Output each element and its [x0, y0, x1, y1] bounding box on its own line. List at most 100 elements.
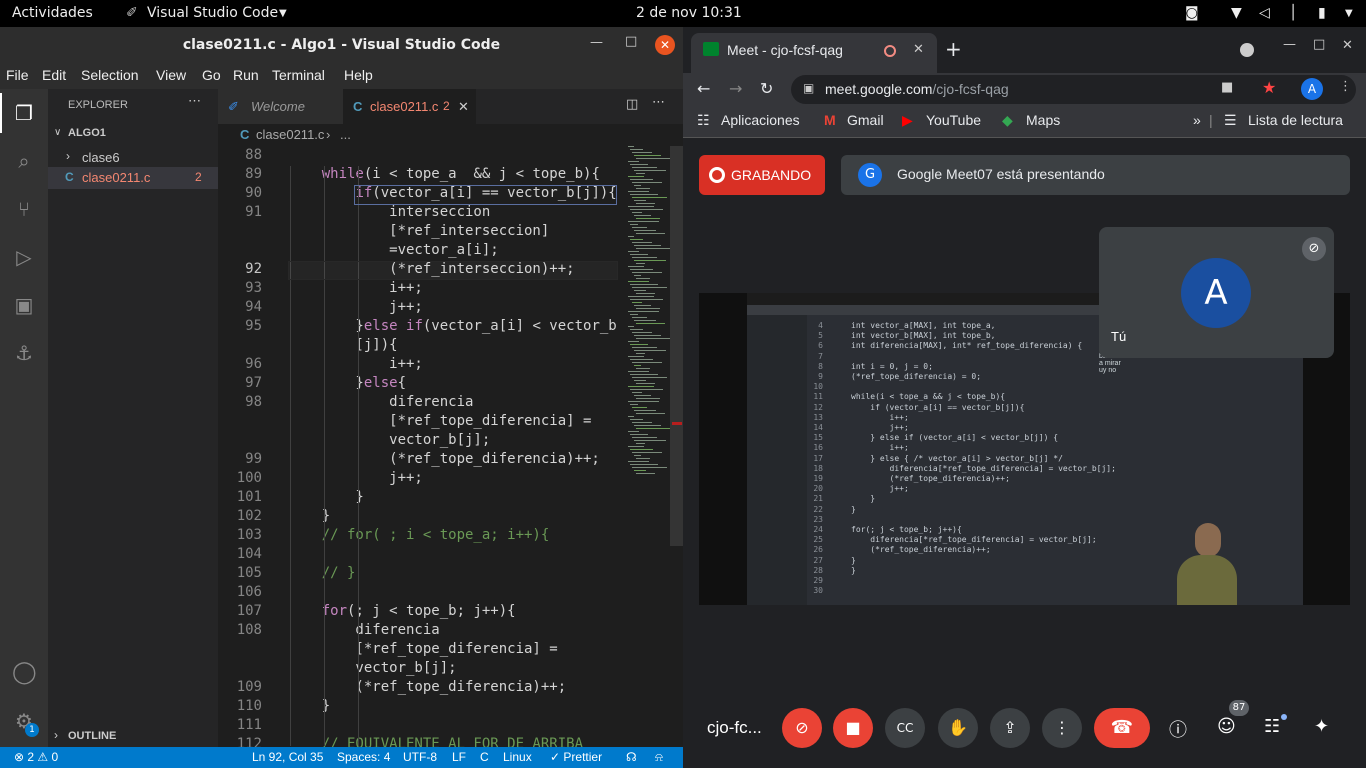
close-tab-icon[interactable]: ✕	[458, 89, 469, 124]
bookmark-youtube[interactable]: YouTube	[926, 112, 981, 128]
recording-badge[interactable]: GRABANDO	[699, 155, 825, 195]
minimap[interactable]	[626, 146, 671, 486]
docker-icon[interactable]: ⚓	[12, 341, 36, 365]
code-line[interactable]: vector_b[j];	[288, 432, 490, 448]
code-line[interactable]: vector_b[j];	[288, 660, 456, 676]
code-line[interactable]: interseccion	[288, 204, 490, 220]
menu-view[interactable]: View	[156, 67, 186, 83]
notifications-bell-icon[interactable]: ⍾	[655, 750, 663, 765]
code-line[interactable]: // for( ; i < tope_a; i++){	[288, 527, 550, 543]
folder-algo1[interactable]: ALGO1	[68, 127, 106, 139]
close-tab-icon[interactable]: ✕	[913, 42, 924, 57]
menu-terminal[interactable]: Terminal	[272, 67, 325, 83]
editor-scrollbar[interactable]	[670, 146, 683, 747]
menu-go[interactable]: Go	[202, 67, 221, 83]
battery-icon[interactable]: ▮	[1318, 5, 1326, 21]
code-line[interactable]: diferencia	[288, 394, 473, 410]
raise-hand-icon[interactable]: ✋	[938, 708, 978, 748]
menu-selection[interactable]: Selection	[81, 67, 139, 83]
activities-button[interactable]: Actividades	[12, 5, 93, 21]
code-line[interactable]: (*ref_tope_diferencia)++;	[288, 679, 566, 695]
search-icon[interactable]: ⌕	[12, 149, 36, 173]
code-line[interactable]: =vector_a[i];	[288, 242, 499, 258]
volume-icon[interactable]: ◁	[1259, 5, 1270, 21]
leave-call-icon[interactable]: ☎	[1094, 708, 1150, 748]
tab-meet[interactable]: Meet - cjo-fcsf-qag ✕	[691, 33, 937, 73]
apps-grid-icon[interactable]: ☷	[697, 112, 710, 129]
maximize-icon[interactable]: □	[625, 34, 637, 49]
bookmark-star-icon[interactable]: ★	[1262, 78, 1276, 97]
new-tab-icon[interactable]: +	[945, 37, 962, 61]
encoding[interactable]: UTF-8	[403, 750, 437, 764]
tab-welcome[interactable]: ✐ Welcome	[218, 89, 343, 124]
chrome-menu-icon[interactable]: ⋮	[1339, 79, 1352, 94]
code-line[interactable]: diferencia	[288, 622, 439, 638]
meeting-info-icon[interactable]: ⓘ	[1169, 716, 1187, 742]
more-options-icon[interactable]: ⋮	[1042, 708, 1082, 748]
microphone-off-icon[interactable]: ⊘	[782, 708, 822, 748]
breadcrumb-more[interactable]: ...	[340, 124, 351, 146]
code-line[interactable]: i++;	[288, 280, 423, 296]
clock[interactable]: 2 de nov 10:31	[636, 5, 742, 21]
minimize-icon[interactable]: —	[590, 35, 603, 50]
language-mode[interactable]: C	[480, 750, 489, 764]
present-now-icon[interactable]: ⇪	[990, 708, 1030, 748]
end-of-line[interactable]: LF	[452, 750, 466, 764]
run-debug-icon[interactable]: ▷	[12, 245, 36, 269]
outline-section[interactable]: OUTLINE	[68, 730, 116, 742]
code-line[interactable]: }else{	[288, 375, 406, 391]
back-icon[interactable]: ←	[697, 79, 710, 98]
bookmark-aplicaciones[interactable]: Aplicaciones	[721, 112, 800, 128]
cursor-position[interactable]: Ln 92, Col 35	[252, 750, 323, 764]
code-line[interactable]: [*ref_tope_diferencia] =	[288, 641, 557, 657]
indentation[interactable]: Spaces: 4	[337, 750, 390, 764]
prettier-status[interactable]: ✓ Prettier	[550, 750, 602, 764]
bookmark-gmail[interactable]: Gmail	[847, 112, 884, 128]
system-menu-chevron-icon[interactable]: ▼	[1345, 8, 1353, 19]
source-control-icon[interactable]: ⑂	[12, 197, 36, 221]
tab-clase0211[interactable]: C clase0211.c 2 ✕	[343, 89, 476, 124]
lock-icon[interactable]: ▣	[803, 81, 814, 95]
code-line[interactable]: (*ref_tope_diferencia)++;	[288, 451, 600, 467]
code-editor[interactable]: 88 89 while(i < tope_a && j < tope_b){90 …	[218, 146, 618, 747]
code-line[interactable]: }else if(vector_a[i] < vector_b	[288, 318, 616, 334]
menu-run[interactable]: Run	[233, 67, 259, 83]
profile-avatar[interactable]: A	[1301, 78, 1323, 100]
more-actions-icon[interactable]: ⋯	[652, 95, 665, 110]
split-editor-icon[interactable]: ◫	[626, 97, 638, 112]
menu-edit[interactable]: Edit	[42, 67, 66, 83]
self-view-tile[interactable]: ⊘ A Tú	[1099, 227, 1334, 358]
camera-off-icon[interactable]: ■	[833, 708, 873, 748]
captions-icon[interactable]: CC	[885, 708, 925, 748]
chat-icon[interactable]: ☷	[1264, 716, 1280, 737]
chevron-down-icon[interactable]: ∨	[54, 127, 61, 138]
code-line[interactable]: [j]){	[288, 337, 397, 353]
meeting-code[interactable]: cjo-fc...	[707, 718, 762, 738]
activities-icon[interactable]: ✦	[1314, 716, 1329, 737]
extensions-icon[interactable]: ▣	[12, 293, 36, 317]
code-line[interactable]: while(i < tope_a && j < tope_b){	[288, 166, 600, 182]
app-menu-button[interactable]: Visual Studio Code	[147, 5, 278, 21]
more-actions-icon[interactable]: ⋯	[188, 93, 201, 109]
reload-icon[interactable]: ↻	[760, 79, 773, 98]
close-icon[interactable]: ✕	[655, 35, 675, 55]
tree-item-clase6[interactable]: clase6	[82, 150, 120, 165]
code-line[interactable]: j++;	[288, 299, 423, 315]
breadcrumb-file[interactable]: clase0211.c	[256, 124, 324, 146]
account-icon[interactable]: ◯	[12, 661, 37, 685]
maximize-icon[interactable]: □	[1313, 37, 1325, 52]
microphone-icon[interactable]: │	[1289, 5, 1297, 21]
close-icon[interactable]: ✕	[1342, 38, 1353, 53]
code-line[interactable]: [*ref_interseccion]	[288, 223, 549, 239]
bookmarks-overflow-icon[interactable]: »	[1193, 112, 1201, 128]
code-line[interactable]: for(; j < tope_b; j++){	[288, 603, 516, 619]
forward-icon[interactable]: →	[729, 79, 742, 98]
minimize-icon[interactable]: —	[1283, 37, 1296, 52]
omnibox[interactable]: ▣ meet.google.com/cjo-fcsf-qag ■ ★ A ⋮	[791, 75, 1356, 104]
code-line[interactable]: // }	[288, 565, 356, 581]
code-line[interactable]: j++;	[288, 470, 423, 486]
wifi-icon[interactable]: ▼	[1231, 5, 1242, 21]
discord-tray-icon[interactable]: ◙	[1185, 5, 1199, 21]
menu-file[interactable]: File	[6, 67, 29, 83]
people-icon[interactable]: ☺	[1217, 716, 1236, 737]
